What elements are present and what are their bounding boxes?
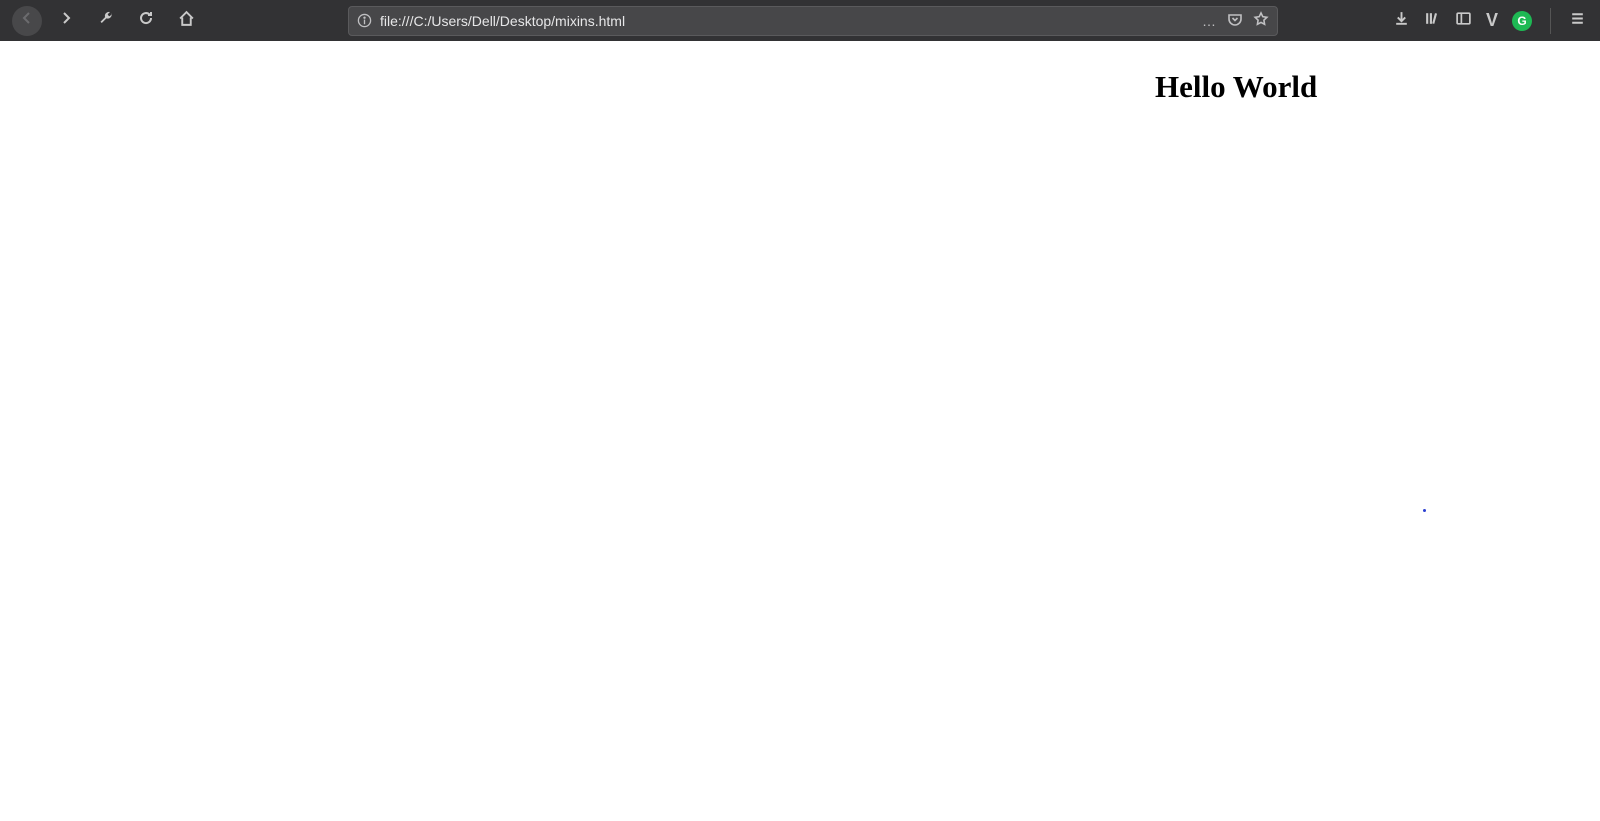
url-text: file:///C:/Users/Dell/Desktop/mixins.htm… bbox=[380, 13, 1202, 29]
ellipsis-icon: … bbox=[1202, 13, 1217, 29]
browser-toolbar: file:///C:/Users/Dell/Desktop/mixins.htm… bbox=[0, 0, 1600, 41]
page-content: Hello World bbox=[0, 41, 1600, 821]
nav-group bbox=[12, 5, 202, 37]
address-bar-actions: … bbox=[1202, 11, 1269, 30]
download-icon bbox=[1393, 10, 1410, 32]
pocket-icon bbox=[1227, 11, 1243, 30]
forward-button[interactable] bbox=[50, 5, 82, 37]
home-button[interactable] bbox=[170, 5, 202, 37]
star-icon bbox=[1253, 11, 1269, 30]
grammarly-icon: G bbox=[1512, 11, 1532, 31]
sidebar-toggle-button[interactable] bbox=[1455, 10, 1472, 32]
reload-button[interactable] bbox=[130, 5, 162, 37]
reload-icon bbox=[138, 10, 154, 31]
toolbar-divider bbox=[1550, 8, 1551, 34]
bookmark-button[interactable] bbox=[1253, 11, 1269, 30]
forward-icon bbox=[58, 10, 74, 31]
developer-tools-button[interactable] bbox=[90, 5, 122, 37]
back-icon bbox=[19, 10, 35, 31]
toolbar-right-group: V G bbox=[1393, 8, 1592, 34]
back-button bbox=[12, 6, 42, 36]
app-menu-button[interactable] bbox=[1569, 10, 1586, 32]
decorative-dot bbox=[1423, 509, 1426, 512]
vue-devtools-button[interactable]: V bbox=[1486, 10, 1498, 31]
address-bar[interactable]: file:///C:/Users/Dell/Desktop/mixins.htm… bbox=[348, 6, 1278, 36]
library-button[interactable] bbox=[1424, 10, 1441, 32]
pocket-button[interactable] bbox=[1227, 11, 1243, 30]
menu-icon bbox=[1569, 10, 1586, 32]
info-icon[interactable] bbox=[357, 13, 372, 28]
library-icon bbox=[1424, 10, 1441, 32]
vue-icon: V bbox=[1486, 10, 1498, 31]
page-actions-button[interactable]: … bbox=[1202, 13, 1217, 29]
page-heading: Hello World bbox=[1155, 69, 1317, 105]
downloads-button[interactable] bbox=[1393, 10, 1410, 32]
wrench-icon bbox=[98, 10, 114, 31]
sidebar-icon bbox=[1455, 10, 1472, 32]
home-icon bbox=[178, 10, 195, 32]
grammarly-button[interactable]: G bbox=[1512, 11, 1532, 31]
